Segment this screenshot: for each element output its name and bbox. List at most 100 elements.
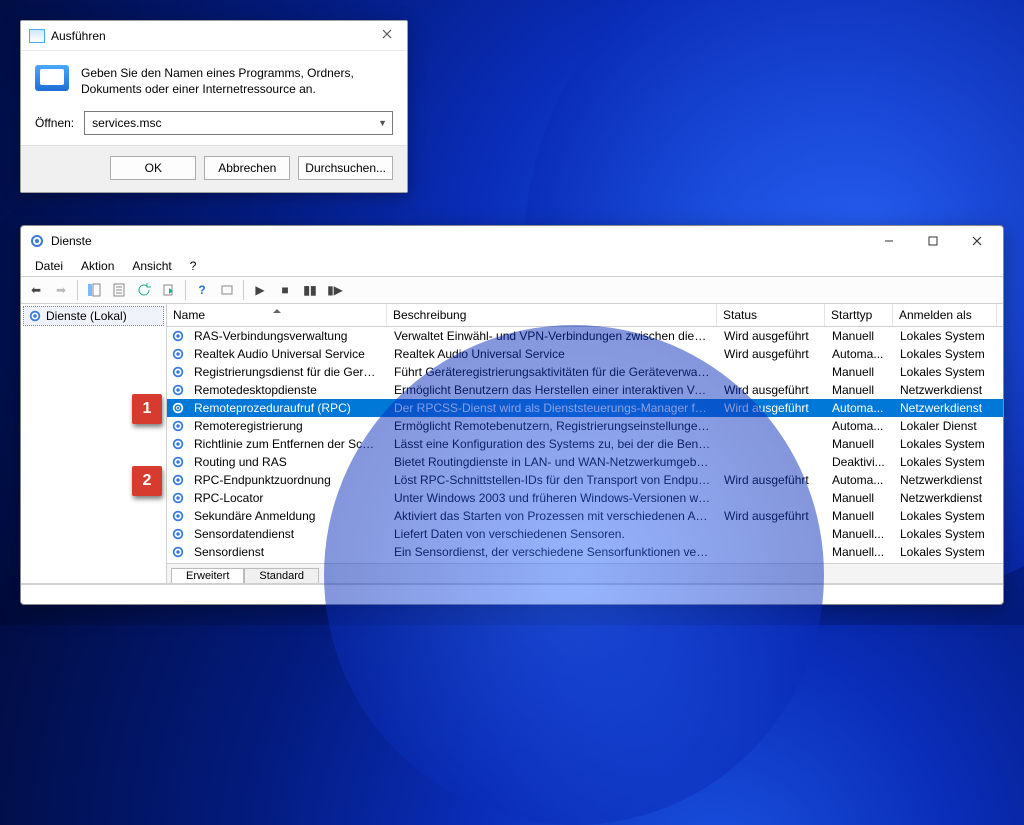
- gear-icon: [171, 419, 185, 433]
- services-titlebar[interactable]: Dienste: [21, 226, 1003, 256]
- menu-file[interactable]: Datei: [27, 257, 71, 275]
- cancel-button[interactable]: Abbrechen: [204, 156, 290, 180]
- export-icon[interactable]: [158, 279, 180, 301]
- tab-standard[interactable]: Standard: [244, 568, 319, 583]
- cell-description: Liefert Daten von verschiedenen Sensoren…: [388, 527, 718, 541]
- ok-button[interactable]: OK: [110, 156, 196, 180]
- column-headers: Name Beschreibung Status Starttyp Anmeld…: [167, 304, 1003, 327]
- cell-status: Wird ausgeführt: [718, 329, 826, 343]
- cell-logon: Lokales System: [894, 545, 998, 559]
- cell-description: Bietet Routingdienste in LAN- und WAN-Ne…: [388, 455, 718, 469]
- cell-logon: Lokales System: [894, 437, 998, 451]
- gear-icon: [28, 309, 42, 323]
- cell-name: Remotedesktopdienste: [188, 383, 388, 397]
- cell-description: Ermöglicht Benutzern das Herstellen eine…: [388, 383, 718, 397]
- cell-description: Verwaltet Einwähl- und VPN-Verbindungen …: [388, 329, 718, 343]
- table-row[interactable]: RemotedesktopdiensteErmöglicht Benutzern…: [167, 381, 1003, 399]
- rows-container[interactable]: RAS-VerbindungsverwaltungVerwaltet Einwä…: [167, 327, 1003, 563]
- col-logon[interactable]: Anmelden als: [893, 304, 997, 326]
- cell-name: Sekundäre Anmeldung: [188, 509, 388, 523]
- start-icon[interactable]: ▶: [249, 279, 271, 301]
- col-status[interactable]: Status: [717, 304, 825, 326]
- list-pane: Name Beschreibung Status Starttyp Anmeld…: [167, 304, 1003, 583]
- cell-name: Remoteregistrierung: [188, 419, 388, 433]
- cell-description: Ermöglicht Remotebenutzern, Registrierun…: [388, 419, 718, 433]
- restart-icon[interactable]: ▮▶: [324, 279, 346, 301]
- forward-icon[interactable]: ➡: [50, 279, 72, 301]
- cell-starttype: Manuell: [826, 383, 894, 397]
- run-titlebar[interactable]: Ausführen: [21, 21, 407, 51]
- gear-icon: [171, 437, 185, 451]
- cell-description: Löst RPC-Schnittstellen-IDs für den Tran…: [388, 473, 718, 487]
- run-description: Geben Sie den Namen eines Programms, Ord…: [81, 65, 393, 97]
- view-tabs: Erweitert Standard: [167, 563, 1003, 583]
- statusbar: [21, 584, 1003, 604]
- browse-button[interactable]: Durchsuchen...: [298, 156, 393, 180]
- gear-icon: [171, 545, 185, 559]
- services-icon: [29, 233, 45, 249]
- services-window: Dienste Datei Aktion Ansicht ? ⬅ ➡ ? ▶ ■…: [20, 225, 1004, 605]
- cell-name: Realtek Audio Universal Service: [188, 347, 388, 361]
- minimize-button[interactable]: [867, 227, 911, 255]
- table-row[interactable]: SensordatendienstLiefert Daten von versc…: [167, 525, 1003, 543]
- tab-extended[interactable]: Erweitert: [171, 568, 244, 583]
- help-icon[interactable]: ?: [191, 279, 213, 301]
- toolbar: ⬅ ➡ ? ▶ ■ ▮▮ ▮▶: [21, 276, 1003, 304]
- gear-icon: [171, 329, 185, 343]
- pause-icon[interactable]: ▮▮: [299, 279, 321, 301]
- cell-name: RPC-Endpunktzuordnung: [188, 473, 388, 487]
- run-app-icon: [35, 65, 69, 91]
- close-icon[interactable]: [369, 20, 405, 48]
- gear-icon: [171, 491, 185, 505]
- col-description[interactable]: Beschreibung: [387, 304, 717, 326]
- col-starttype[interactable]: Starttyp: [825, 304, 893, 326]
- menubar: Datei Aktion Ansicht ?: [21, 256, 1003, 276]
- menu-help[interactable]: ?: [182, 257, 205, 275]
- tree-node-services-local[interactable]: Dienste (Lokal): [23, 306, 164, 326]
- maximize-button[interactable]: [911, 227, 955, 255]
- table-row[interactable]: Registrierungsdienst für die Geräteverw.…: [167, 363, 1003, 381]
- cell-logon: Lokales System: [894, 365, 998, 379]
- show-hide-tree-icon[interactable]: [83, 279, 105, 301]
- table-row[interactable]: Richtlinie zum Entfernen der Scmartcard L…: [167, 435, 1003, 453]
- menu-action[interactable]: Aktion: [73, 257, 122, 275]
- close-button[interactable]: [955, 227, 999, 255]
- back-icon[interactable]: ⬅: [25, 279, 47, 301]
- cell-logon: Lokales System: [894, 347, 998, 361]
- open-label: Öffnen:: [35, 116, 74, 130]
- gear-icon: [171, 347, 185, 361]
- refresh-icon[interactable]: [133, 279, 155, 301]
- table-row[interactable]: RAS-VerbindungsverwaltungVerwaltet Einwä…: [167, 327, 1003, 345]
- cell-starttype: Automa...: [826, 473, 894, 487]
- open-combobox[interactable]: ▼: [84, 111, 393, 135]
- chevron-down-icon[interactable]: ▼: [378, 118, 387, 128]
- services-title: Dienste: [51, 234, 867, 248]
- col-name[interactable]: Name: [167, 304, 387, 326]
- menu-view[interactable]: Ansicht: [124, 257, 179, 275]
- cell-starttype: Manuell: [826, 437, 894, 451]
- cell-logon: Lokaler Dienst: [894, 419, 998, 433]
- table-row[interactable]: Sekundäre AnmeldungAktiviert das Starten…: [167, 507, 1003, 525]
- cell-starttype: Manuell: [826, 509, 894, 523]
- gear-icon: [171, 455, 185, 469]
- table-row[interactable]: Remoteprozeduraufruf (RPC)Der RPCSS-Dien…: [167, 399, 1003, 417]
- table-row[interactable]: RPC-EndpunktzuordnungLöst RPC-Schnittste…: [167, 471, 1003, 489]
- stop-icon[interactable]: ■: [274, 279, 296, 301]
- table-row[interactable]: RPC-LocatorUnter Windows 2003 und früher…: [167, 489, 1003, 507]
- cell-name: Richtlinie zum Entfernen der Scmartcard: [188, 437, 388, 451]
- annotation-marker-2: 2: [132, 466, 162, 496]
- cell-status: Wird ausgeführt: [718, 473, 826, 487]
- cell-name: Sensordatendienst: [188, 527, 388, 541]
- table-row[interactable]: SensordienstEin Sensordienst, der versch…: [167, 543, 1003, 561]
- cell-logon: Netzwerkdienst: [894, 401, 998, 415]
- cell-name: Registrierungsdienst für die Geräteverw.…: [188, 365, 388, 379]
- properties-icon[interactable]: [108, 279, 130, 301]
- open-input[interactable]: [90, 115, 357, 131]
- cell-name: RAS-Verbindungsverwaltung: [188, 329, 388, 343]
- table-row[interactable]: Realtek Audio Universal ServiceRealtek A…: [167, 345, 1003, 363]
- table-row[interactable]: RemoteregistrierungErmöglicht Remotebenu…: [167, 417, 1003, 435]
- tree-pane: Dienste (Lokal): [21, 304, 167, 583]
- cell-starttype: Manuell: [826, 491, 894, 505]
- toolbar-icon[interactable]: [216, 279, 238, 301]
- table-row[interactable]: Routing und RASBietet Routingdienste in …: [167, 453, 1003, 471]
